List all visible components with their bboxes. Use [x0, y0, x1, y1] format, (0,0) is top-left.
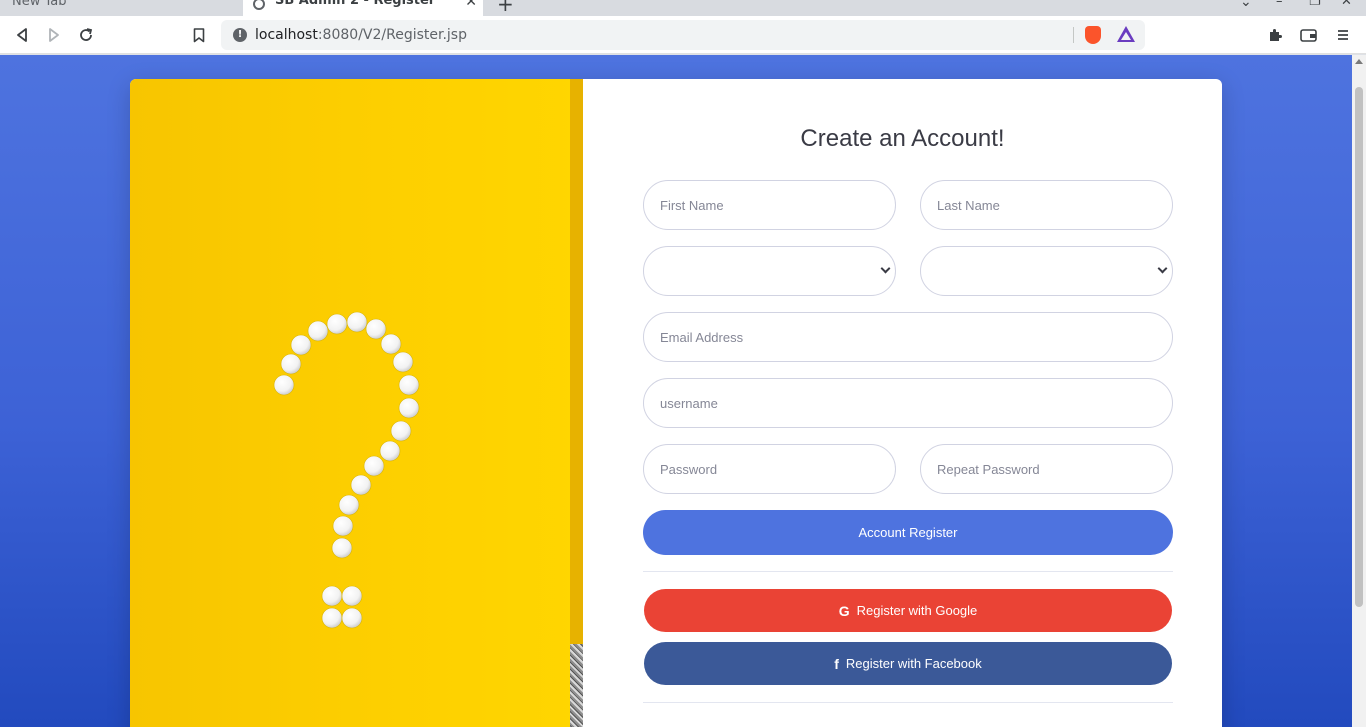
scrollbar-thumb[interactable]: [1355, 87, 1363, 607]
tab-title: SB Admin 2 - Register: [275, 0, 436, 8]
forward-icon[interactable]: [43, 24, 65, 46]
new-tab-icon[interactable]: +: [497, 0, 514, 16]
google-icon: G: [838, 602, 850, 619]
tab-search-chevron-icon[interactable]: ⌄: [1240, 0, 1252, 10]
select-right[interactable]: [920, 246, 1173, 296]
close-window-icon[interactable]: ✕: [1341, 0, 1352, 9]
select-left[interactable]: [643, 246, 896, 296]
url-path: :8080/V2/Register.jsp: [317, 27, 467, 43]
tab-new-tab[interactable]: New Tab: [12, 0, 67, 9]
reload-icon[interactable]: [75, 24, 97, 46]
page-title: Create an Account!: [800, 125, 1005, 152]
tab-register[interactable]: SB Admin 2 - Register ✕: [243, 0, 483, 16]
brave-shield-icon[interactable]: [1085, 26, 1101, 44]
close-tab-icon[interactable]: ✕: [465, 0, 477, 10]
back-icon[interactable]: [11, 24, 33, 46]
register-google-label: Register with Google: [856, 603, 978, 618]
account-register-button[interactable]: Account Register: [643, 510, 1173, 555]
register-google-button[interactable]: G Register with Google: [644, 589, 1172, 632]
last-name-field[interactable]: [920, 180, 1173, 230]
url-divider: [1073, 27, 1074, 43]
brave-rewards-icon[interactable]: [1117, 26, 1135, 42]
email-field[interactable]: [643, 312, 1173, 362]
account-register-label: Account Register: [858, 525, 958, 540]
minimize-icon[interactable]: –: [1276, 0, 1283, 9]
username-field[interactable]: [643, 378, 1173, 428]
browser-toolbar: ! localhost:8080/V2/Register.jsp: [0, 16, 1366, 54]
first-name-field[interactable]: [643, 180, 896, 230]
chevron-down-icon: [880, 263, 891, 274]
menu-icon[interactable]: [1332, 24, 1354, 46]
divider: [643, 702, 1173, 703]
maximize-icon[interactable]: ❐: [1309, 0, 1321, 9]
tab-strip: New Tab SB Admin 2 - Register ✕ + ⌄ – ❐ …: [0, 0, 1366, 16]
scroll-up-arrow-icon[interactable]: [1355, 59, 1363, 64]
register-facebook-button[interactable]: f Register with Facebook: [644, 642, 1172, 685]
register-image: [130, 79, 583, 727]
register-card: Create an Account! Account Register G: [130, 79, 1222, 727]
url-text: localhost:8080/V2/Register.jsp: [255, 27, 467, 43]
info-icon[interactable]: !: [233, 28, 247, 42]
url-host: localhost: [255, 27, 318, 43]
bookmark-icon[interactable]: [188, 24, 210, 46]
divider: [643, 571, 1173, 572]
page-viewport: Create an Account! Account Register G: [0, 55, 1352, 727]
page-scrollbar[interactable]: [1352, 55, 1366, 727]
extensions-icon[interactable]: [1264, 24, 1286, 46]
repeat-password-field[interactable]: [920, 444, 1173, 494]
pill-question-mark-image: [273, 311, 420, 629]
wallet-icon[interactable]: [1298, 24, 1320, 46]
register-form: Create an Account! Account Register G: [583, 79, 1222, 727]
register-facebook-label: Register with Facebook: [845, 656, 982, 671]
globe-icon: [253, 0, 265, 10]
password-field[interactable]: [643, 444, 896, 494]
facebook-icon: f: [834, 655, 839, 672]
address-bar[interactable]: ! localhost:8080/V2/Register.jsp: [221, 20, 1145, 50]
chevron-down-icon: [1157, 263, 1168, 274]
